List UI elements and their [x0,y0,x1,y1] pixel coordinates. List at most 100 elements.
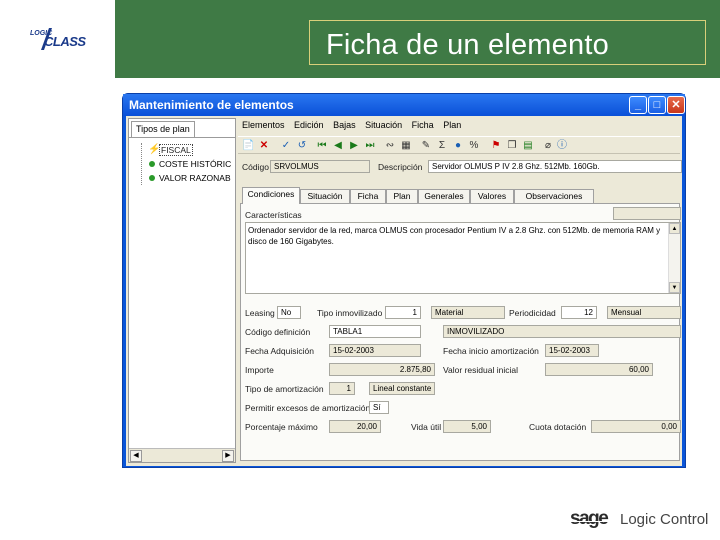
tab-condiciones[interactable]: Condiciones [242,187,300,204]
leasing-field[interactable]: No [277,306,301,319]
slide: LOGIC CLASS Ficha de un elemento Manteni… [0,0,720,540]
tree-item-label: FISCAL [159,144,193,156]
logic-control-text: Logic Control [620,511,709,528]
tab-tipos-de-plan[interactable]: Tipos de plan [131,121,195,137]
plan-tree: ⚡ FISCAL COSTE HISTÓRIC VALOR RAZONAB [135,143,233,185]
slide-title: Ficha de un elemento [326,29,609,61]
logo-area: LOGIC CLASS [0,0,115,78]
tipo-inmovilizado-label: Tipo inmovilizado [317,308,383,318]
leasing-label: Leasing [245,308,275,318]
tab-plan[interactable]: Plan [386,189,418,203]
attach-icon[interactable]: ⌀ [542,139,554,152]
info-icon[interactable]: ⓘ [556,139,568,152]
sage-logo: sage [570,508,609,529]
percent-icon[interactable]: % [468,139,480,152]
app-window: Mantenimiento de elementos _ □ ✕ Tipos d… [122,93,686,468]
filter-icon[interactable]: ⚑ [490,139,502,152]
link-icon[interactable]: ∾ [384,139,396,152]
undo-icon[interactable]: ↺ [296,139,308,152]
copy-icon[interactable]: ❐ [506,139,518,152]
tab-valores[interactable]: Valores [470,189,514,203]
first-icon[interactable]: ⏮ [316,139,328,152]
caracteristicas-aux-field[interactable] [613,207,681,220]
green-dot-icon [149,175,155,181]
vida-util-field[interactable]: 5,00 [443,420,491,433]
tipo-amortizacion-field[interactable]: 1 [329,382,355,395]
tab-ficha[interactable]: Ficha [350,189,386,203]
excel-icon[interactable]: ▤ [522,139,534,152]
textarea-scrollbar[interactable]: ▲ ▼ [668,223,680,293]
next-icon[interactable]: ▶ [348,139,360,152]
valor-residual-label: Valor residual inicial [443,365,518,375]
vida-util-label: Vida útil [411,422,442,432]
tree-item-coste-historico[interactable]: COSTE HISTÓRIC [135,157,233,171]
logic-class-logo: LOGIC CLASS [30,28,86,52]
menu-bajas[interactable]: Bajas [333,120,356,130]
permitir-excesos-field[interactable]: Sí [369,401,389,414]
scroll-right-icon[interactable]: ▶ [222,450,234,462]
tipo-inmovilizado-field[interactable]: 1 [385,306,421,319]
tab-situacion[interactable]: Situación [300,189,350,203]
table-icon[interactable]: ▦ [400,139,412,152]
menu-edicion[interactable]: Edición [294,120,324,130]
caracteristicas-textarea[interactable]: Ordenador servidor de la red, marca OLMU… [245,222,681,294]
tipo-amortizacion-label: Tipo de amortización [245,384,324,394]
fecha-inicio-amortizacion-field[interactable]: 15-02-2003 [545,344,599,357]
valor-residual-field[interactable]: 60,00 [545,363,653,376]
descripcion-label: Descripción [378,162,423,172]
caracteristicas-text: Ordenador servidor de la red, marca OLMU… [248,226,661,246]
sage-logo-stripe [570,521,618,522]
horizontal-scrollbar[interactable]: ◀ ▶ [129,448,235,462]
scroll-up-icon[interactable]: ▲ [669,223,680,234]
porcentaje-maximo-field[interactable]: 20,00 [329,420,381,433]
prev-icon[interactable]: ◀ [332,139,344,152]
tree-item-label: COSTE HISTÓRIC [159,159,232,169]
scroll-left-icon[interactable]: ◀ [130,450,142,462]
tree-item-valor-razonable[interactable]: VALOR RAZONAB [135,171,233,185]
periodicidad-desc: Mensual [607,306,681,319]
menu-elementos[interactable]: Elementos [242,120,285,130]
codigo-label: Código [242,162,269,172]
drop-icon[interactable]: ● [452,139,464,152]
menu-ficha[interactable]: Ficha [412,120,434,130]
delete-icon[interactable]: ✕ [258,139,270,152]
edit-icon[interactable]: ✎ [420,139,432,152]
importe-label: Importe [245,365,274,375]
window-titlebar[interactable]: Mantenimiento de elementos _ □ ✕ [123,94,685,116]
sum-icon[interactable]: Σ [436,139,448,152]
periodicidad-label: Periodicidad [509,308,556,318]
tab-observaciones[interactable]: Observaciones [514,189,594,203]
window-title: Mantenimiento de elementos [129,98,294,112]
minimize-button[interactable]: _ [629,96,647,114]
periodicidad-field[interactable]: 12 [561,306,597,319]
cuota-dotacion-label: Cuota dotación [529,422,587,432]
menu-bar: Elementos Edición Bajas Situación Ficha … [238,117,680,133]
fecha-adquisicion-label: Fecha Adquisición [245,346,314,356]
bolt-icon: ⚡ [148,144,161,155]
tipo-inmovilizado-desc: Material [431,306,505,319]
codigo-definicion-field[interactable]: TABLA1 [329,325,421,338]
descripcion-field[interactable]: Servidor OLMUS P IV 2.8 Ghz. 512Mb. 160G… [428,160,682,173]
new-icon[interactable]: 📄 [242,139,254,152]
fecha-adquisicion-field[interactable]: 15-02-2003 [329,344,421,357]
tree-item-fiscal[interactable]: ⚡ FISCAL [135,143,233,157]
permitir-excesos-label: Permitir excesos de amortización [245,403,371,413]
condiciones-panel: Características Ordenador servidor de la… [240,203,681,461]
logo-big-text: CLASS [44,34,86,49]
tab-divider [129,137,235,138]
menu-situacion[interactable]: Situación [365,120,402,130]
tab-generales[interactable]: Generales [418,189,470,203]
codigo-field[interactable]: SRVOLMUS [270,160,370,173]
tipo-amortizacion-desc: Lineal constante [369,382,435,395]
maximize-button[interactable]: □ [648,96,666,114]
close-button[interactable]: ✕ [667,96,685,114]
codigo-definicion-desc: INMOVILIZADO [443,325,681,338]
menu-plan[interactable]: Plan [443,120,461,130]
importe-field[interactable]: 2.875,80 [329,363,435,376]
porcentaje-maximo-label: Porcentaje máximo [245,422,318,432]
cuota-dotacion-field[interactable]: 0,00 [591,420,681,433]
last-icon[interactable]: ⏭ [364,139,376,152]
fecha-inicio-amortizacion-label: Fecha inicio amortización [443,346,539,356]
scroll-down-icon[interactable]: ▼ [669,282,680,293]
check-icon[interactable]: ✓ [280,139,292,152]
